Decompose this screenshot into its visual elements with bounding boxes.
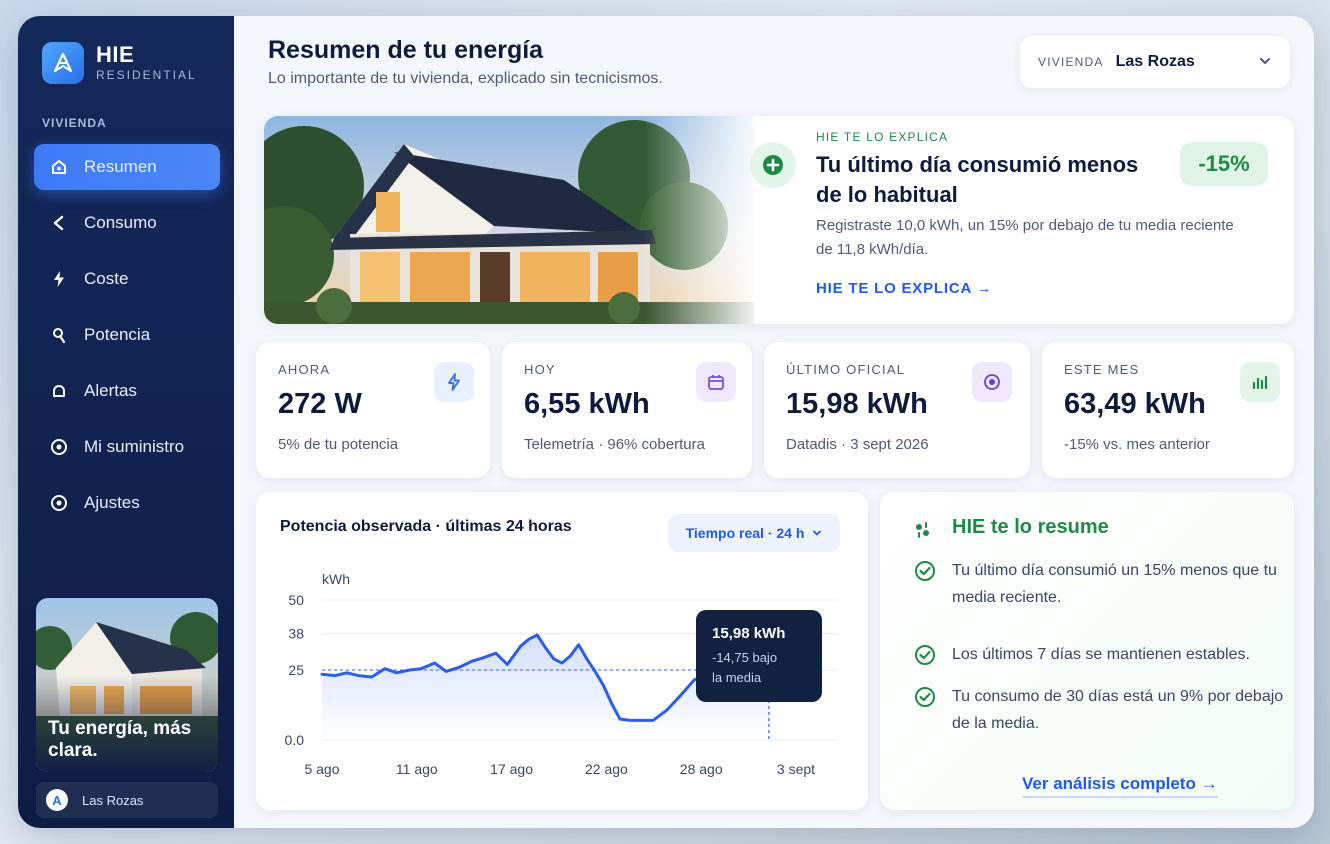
sidebar-item-label: Potencia	[84, 325, 151, 344]
sidebar-item-label: Coste	[84, 269, 129, 288]
x-tick-label: 28 ago	[680, 761, 723, 777]
plus-circle-icon	[750, 142, 796, 188]
summary-item-text: Tu último día consumió un 15% menos que …	[952, 562, 1277, 606]
avatar: A	[46, 789, 68, 811]
x-tick-label: 11 ago	[396, 761, 438, 777]
stat-card-hoy: HOY 6,55 kWh Telemetría · 96% cobertura	[502, 342, 752, 478]
full-analysis-link[interactable]: Ver análisis completo →	[1022, 774, 1218, 798]
target-icon	[972, 362, 1012, 402]
sidebar-item-label: Consumo	[84, 213, 157, 232]
tooltip-note-line-1: -14,75 bajo	[712, 650, 777, 665]
power-line-chart[interactable]: kWh 50 38 25 0.0 5 ago 11 ago 17 ago 22 ago 28 …	[256, 492, 868, 810]
x-tick-label: 5 ago	[304, 761, 339, 777]
summary-item: Tu consumo de 30 días está un 9% por deb…	[914, 686, 1284, 737]
app-window: HIE RESIDENTIAL VIVIENDA Resumen Consumo…	[18, 16, 1314, 828]
tooltip-note-line-2: la media	[712, 670, 762, 685]
bar-chart-icon	[1240, 362, 1280, 402]
check-circle-icon	[914, 644, 936, 666]
bell-icon	[48, 380, 70, 402]
sidebar: HIE RESIDENTIAL VIVIENDA Resumen Consumo…	[18, 16, 234, 828]
sidebar-item-resumen[interactable]: Resumen	[34, 144, 220, 190]
check-circle-icon	[914, 686, 936, 708]
stat-label: ÚLTIMO OFICIAL	[786, 362, 906, 377]
brand-name: HIE	[96, 42, 135, 67]
tooltip-value: 15,98 kWh	[712, 625, 785, 642]
brand-subtitle: RESIDENTIAL	[96, 68, 197, 82]
chart-tooltip: 15,98 kWh -14,75 bajo la media	[696, 610, 822, 702]
stat-note: Telemetría · 96% cobertura	[524, 436, 705, 453]
home-chip-label: Las Rozas	[82, 792, 144, 808]
hero-image-fade	[644, 116, 764, 324]
sidebar-item-alertas[interactable]: Alertas	[34, 368, 220, 414]
stat-value: 15,98 kWh	[786, 388, 928, 420]
summary-card: HIE te lo resume Tu último día consumió …	[880, 492, 1294, 810]
hero-change-badge: -15%	[1180, 142, 1268, 186]
bolt-icon	[434, 362, 474, 402]
stat-value: 272 W	[278, 388, 362, 420]
stat-value: 6,55 kWh	[524, 388, 650, 420]
hero-title: Tu último día consumió menos de lo habit…	[816, 152, 1139, 207]
home-select-label: VIVIENDA	[1038, 55, 1104, 69]
sidebar-nav: Resumen Consumo Coste Potencia Alertas M…	[34, 144, 220, 536]
hero-kicker: HIE TE LO EXPLICA	[816, 130, 949, 144]
sidebar-item-label: Resumen	[84, 157, 157, 176]
y-tick-label: 25	[288, 662, 304, 678]
summary-item-text: Tu consumo de 30 días está un 9% por deb…	[952, 688, 1284, 732]
promo-card[interactable]: Tu energía, más clara.	[36, 598, 218, 772]
home-select[interactable]: VIVIENDA Las Rozas	[1020, 36, 1290, 88]
sidebar-item-label: Alertas	[84, 381, 137, 400]
home-icon	[48, 156, 70, 178]
sidebar-item-label: Mi suministro	[84, 437, 185, 456]
y-tick-label: 50	[288, 592, 304, 608]
x-tick-label: 3 sept	[777, 761, 815, 777]
nav-section-label: VIVIENDA	[42, 116, 107, 130]
supply-icon	[48, 436, 70, 458]
check-circle-icon	[914, 560, 936, 582]
y-axis-label: kWh	[322, 571, 350, 587]
x-tick-label: 22 ago	[585, 761, 628, 777]
stat-note: 5% de tu potencia	[278, 436, 399, 453]
page-subtitle: Lo importante de tu vivienda, explicado …	[268, 70, 663, 87]
stat-card-ahora: AHORA 272 W 5% de tu potencia	[256, 342, 490, 478]
summary-item-text: Los últimos 7 días se mantienen estables…	[952, 646, 1250, 663]
hero-description: Registraste 10,0 kWh, un 15% por debajo …	[816, 217, 1234, 258]
promo-text: Tu energía, más clara.	[48, 718, 192, 761]
summary-item: Tu último día consumió un 15% menos que …	[914, 560, 1284, 611]
sidebar-item-potencia[interactable]: Potencia	[34, 312, 220, 358]
stat-note: -15% vs. mes anterior	[1064, 436, 1210, 453]
stat-label: AHORA	[278, 362, 331, 377]
stat-note: Datadis · 3 sept 2026	[786, 436, 929, 453]
sparkle-icon	[910, 518, 934, 547]
summary-title: HIE te lo resume	[952, 516, 1109, 538]
power-icon	[48, 324, 70, 346]
settings-icon	[48, 492, 70, 514]
y-tick-label: 0.0	[285, 732, 305, 748]
sidebar-item-consumo[interactable]: Consumo	[34, 200, 220, 246]
sidebar-item-mi-suministro[interactable]: Mi suministro	[34, 424, 220, 470]
sidebar-item-label: Ajustes	[84, 493, 140, 512]
sidebar-item-coste[interactable]: Coste	[34, 256, 220, 302]
stat-label: ESTE MES	[1064, 362, 1140, 377]
chevron-down-icon	[1258, 54, 1272, 73]
stat-card-este-mes: ESTE MES 63,49 kWh -15% vs. mes anterior	[1042, 342, 1294, 478]
hero-explain-link[interactable]: HIE TE LO EXPLICA →	[816, 280, 992, 297]
stat-value: 63,49 kWh	[1064, 388, 1206, 420]
bolt-icon	[48, 268, 70, 290]
home-chip[interactable]: A Las Rozas	[36, 782, 218, 818]
page-title: Resumen de tu energía	[268, 36, 544, 64]
consumption-icon	[48, 212, 70, 234]
power-chart-card: Potencia observada · últimas 24 horas Ti…	[256, 492, 868, 810]
summary-item: Los últimos 7 días se mantienen estables…	[914, 644, 1284, 668]
sidebar-item-ajustes[interactable]: Ajustes	[34, 480, 220, 526]
y-tick-label: 38	[288, 626, 304, 642]
x-tick-label: 17 ago	[490, 761, 533, 777]
hero-insight-card: HIE TE LO EXPLICA Tu último día consumió…	[264, 116, 1294, 324]
brand-logo-icon	[42, 42, 84, 84]
calendar-icon	[696, 362, 736, 402]
stat-card-ultimo-oficial: ÚLTIMO OFICIAL 15,98 kWh Datadis · 3 sep…	[764, 342, 1030, 478]
home-select-value: Las Rozas	[1115, 53, 1195, 70]
stat-label: HOY	[524, 362, 556, 377]
brand[interactable]: HIE RESIDENTIAL	[42, 42, 197, 84]
